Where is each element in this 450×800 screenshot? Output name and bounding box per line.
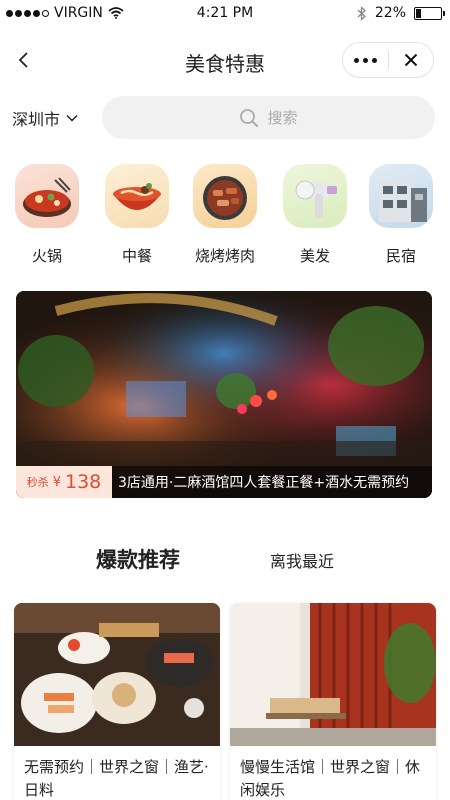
banner-caption-bar: 秒杀 ¥ 138 3店通用·二麻酒馆四人套餐正餐+酒水无需预约 (16, 466, 432, 498)
bluetooth-icon (357, 5, 366, 21)
lounge-interior-image (230, 603, 436, 746)
tab-label: 离我最近 (270, 552, 335, 571)
close-icon (404, 53, 417, 67)
category-label: 中餐 (121, 247, 152, 265)
city-selector[interactable]: 深圳市 (12, 106, 78, 130)
category-label: 火锅 (31, 247, 62, 265)
city-label: 深圳市 (12, 110, 61, 129)
card-title: 慢慢生活馆｜世界之窗｜休闲娱乐 (240, 758, 421, 799)
building-icon (369, 164, 433, 228)
nav-bar: 美食特惠 (0, 38, 450, 84)
battery-icon (414, 6, 445, 20)
hotpot-icon (15, 164, 79, 228)
category-grid: 火锅 中餐 烧烤烤肉 美发 民宿 (0, 164, 450, 274)
product-card[interactable]: 慢慢生活馆｜世界之窗｜休闲娱乐 (230, 603, 436, 800)
tab-nearby[interactable]: 离我最近 (270, 548, 334, 572)
search-placeholder: 搜索 (267, 109, 298, 127)
feed-tabs: 爆款推荐 离我最近 (0, 538, 450, 582)
category-hotpot[interactable]: 火锅 (12, 164, 82, 266)
category-homestay[interactable]: 民宿 (366, 164, 436, 266)
search-row: 深圳市 搜索 (0, 96, 450, 140)
search-input[interactable]: 搜索 (102, 96, 435, 139)
category-chinese[interactable]: 中餐 (102, 164, 172, 266)
tab-label: 爆款推荐 (96, 548, 180, 572)
category-label: 烧烤烤肉 (194, 247, 255, 265)
card-title: 无需预约｜世界之窗｜渔艺·日料 (24, 758, 209, 799)
category-label: 美发 (299, 247, 330, 265)
category-bbq[interactable]: 烧烤烤肉 (190, 164, 260, 266)
search-icon (240, 108, 259, 127)
more-icon (353, 57, 359, 63)
chevron-down-icon (66, 114, 78, 122)
mini-program-capsule (342, 42, 434, 78)
tab-hot-recommend[interactable]: 爆款推荐 (96, 544, 180, 578)
category-label: 民宿 (385, 247, 416, 265)
sushi-platter-image (14, 603, 220, 746)
flash-price: 138 (65, 471, 102, 493)
product-card[interactable]: 无需预约｜世界之窗｜渔艺·日料 (14, 603, 220, 800)
currency-symbol: ¥ (52, 474, 61, 490)
promo-banner[interactable]: 秒杀 ¥ 138 3店通用·二麻酒馆四人套餐正餐+酒水无需预约 (16, 291, 432, 498)
close-button[interactable] (389, 53, 434, 67)
hair-dryer-icon (283, 164, 347, 228)
category-hair[interactable]: 美发 (280, 164, 350, 266)
banner-title: 3店通用·二麻酒馆四人套餐正餐+酒水无需预约 (118, 475, 410, 491)
more-button[interactable] (343, 57, 388, 63)
flash-sale-label: 秒杀 (26, 476, 49, 489)
bbq-grill-icon (193, 164, 257, 228)
status-bar: VIRGIN 4:21 PM 22% (0, 0, 450, 28)
battery-percent: 22% (374, 5, 406, 21)
flash-price-tag: 秒杀 ¥ 138 (16, 466, 112, 498)
noodle-bowl-icon (105, 164, 169, 228)
